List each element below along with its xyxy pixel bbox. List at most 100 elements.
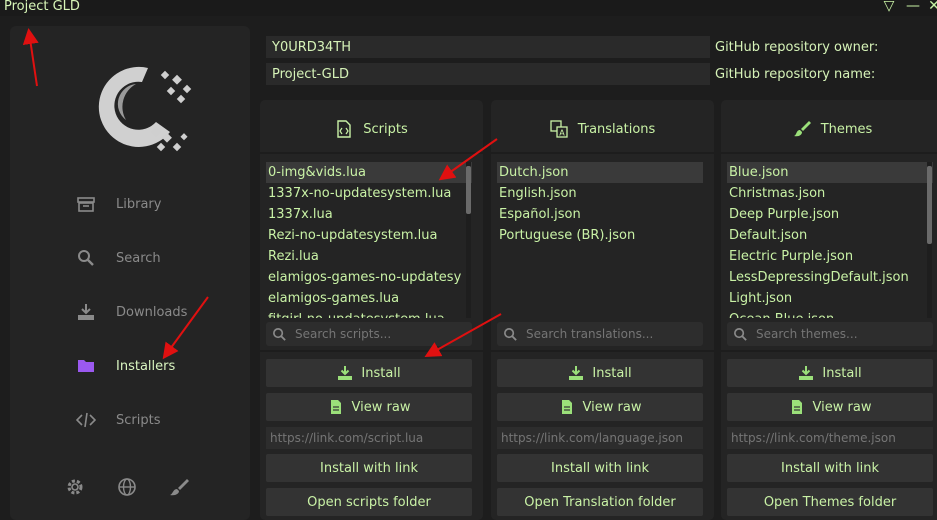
view-raw-label: View raw bbox=[812, 399, 872, 415]
translations-panel: A Translations Dutch.json English.json E… bbox=[491, 100, 714, 520]
list-item[interactable]: Portuguese (BR).json bbox=[497, 225, 703, 246]
translations-search bbox=[497, 322, 703, 346]
scrollbar[interactable] bbox=[466, 162, 471, 318]
install-label: Install bbox=[361, 365, 401, 381]
download-icon bbox=[569, 366, 584, 380]
install-button[interactable]: Install bbox=[497, 359, 703, 387]
sidebar-item-label: Scripts bbox=[116, 412, 161, 428]
app-logo bbox=[98, 66, 192, 152]
install-with-link-label: Install with link bbox=[320, 460, 418, 476]
sidebar-bottom-icons bbox=[64, 476, 190, 498]
list-item[interactable]: 1337x.lua bbox=[266, 204, 472, 225]
dropdown-window-icon[interactable]: ▽ bbox=[882, 0, 896, 14]
list-item[interactable]: Deep Purple.json bbox=[727, 204, 933, 225]
search-input[interactable] bbox=[295, 327, 465, 341]
brush-icon bbox=[793, 121, 811, 137]
list-item[interactable]: English.json bbox=[497, 183, 703, 204]
file-text-icon bbox=[561, 400, 572, 414]
themes-search bbox=[727, 322, 933, 346]
window-title: Project GLD bbox=[4, 0, 80, 14]
list-item[interactable]: Default.json bbox=[727, 225, 933, 246]
open-folder-label: Open scripts folder bbox=[307, 494, 431, 510]
list-item[interactable]: elamigos-games-no-updatesy bbox=[266, 267, 472, 288]
list-item[interactable]: Christmas.json bbox=[727, 183, 933, 204]
search-icon bbox=[273, 327, 286, 341]
sidebar: Library Search Downloads Installers Scri… bbox=[10, 26, 250, 520]
repo-name-input[interactable] bbox=[266, 63, 710, 85]
open-scripts-folder-button[interactable]: Open scripts folder bbox=[266, 488, 472, 516]
view-raw-button[interactable]: View raw bbox=[727, 393, 933, 421]
title-bar: Project GLD ▽ — ✕ bbox=[0, 0, 937, 16]
scripts-search bbox=[266, 322, 472, 346]
install-with-link-button[interactable]: Install with link bbox=[727, 454, 933, 482]
scrollbar-thumb[interactable] bbox=[927, 166, 932, 244]
divider bbox=[260, 152, 483, 154]
link-input[interactable] bbox=[727, 427, 933, 449]
list-item[interactable]: Blue.json bbox=[727, 162, 933, 183]
open-translation-folder-button[interactable]: Open Translation folder bbox=[497, 488, 703, 516]
search-icon bbox=[504, 327, 517, 341]
brush-icon[interactable] bbox=[168, 476, 190, 498]
search-input[interactable] bbox=[526, 327, 696, 341]
list-item[interactable]: Rezi.lua bbox=[266, 246, 472, 267]
themes-list[interactable]: Blue.json Christmas.json Deep Purple.jso… bbox=[727, 162, 933, 318]
scrollbar[interactable] bbox=[927, 162, 932, 318]
file-text-icon bbox=[791, 400, 802, 414]
list-item[interactable]: Español.json bbox=[497, 204, 703, 225]
code-icon bbox=[76, 412, 96, 428]
globe-icon[interactable] bbox=[116, 476, 138, 498]
divider bbox=[491, 350, 714, 352]
sidebar-item-scripts[interactable]: Scripts bbox=[76, 408, 160, 432]
list-item[interactable]: LessDepressingDefault.json bbox=[727, 267, 933, 288]
repo-name-label: GitHub repository name: bbox=[715, 67, 876, 82]
link-input[interactable] bbox=[497, 427, 703, 449]
view-raw-label: View raw bbox=[351, 399, 411, 415]
open-themes-folder-button[interactable]: Open Themes folder bbox=[727, 488, 933, 516]
list-item[interactable]: Electric Purple.json bbox=[727, 246, 933, 267]
search-icon bbox=[734, 327, 747, 341]
sidebar-item-label: Library bbox=[116, 196, 162, 212]
list-item[interactable]: 0-img&vids.lua bbox=[266, 162, 472, 183]
translations-list[interactable]: Dutch.json English.json Español.json Por… bbox=[497, 162, 703, 318]
install-label: Install bbox=[822, 365, 862, 381]
divider bbox=[491, 152, 714, 154]
list-item[interactable]: Dutch.json bbox=[497, 162, 703, 183]
sidebar-item-search[interactable]: Search bbox=[76, 246, 161, 270]
view-raw-button[interactable]: View raw bbox=[266, 393, 472, 421]
repo-owner-label: GitHub repository owner: bbox=[715, 40, 879, 55]
list-item[interactable]: fitgirl-no-updatesystem.lua bbox=[266, 309, 472, 318]
install-with-link-button[interactable]: Install with link bbox=[266, 454, 472, 482]
view-raw-label: View raw bbox=[582, 399, 642, 415]
install-button[interactable]: Install bbox=[727, 359, 933, 387]
view-raw-button[interactable]: View raw bbox=[497, 393, 703, 421]
minimize-button[interactable]: — bbox=[906, 0, 920, 14]
download-icon bbox=[78, 304, 94, 320]
close-button[interactable]: ✕ bbox=[927, 0, 937, 14]
themes-panel-header: Themes bbox=[721, 120, 937, 138]
gear-icon[interactable] bbox=[64, 476, 86, 498]
scrollbar-thumb[interactable] bbox=[466, 166, 471, 214]
download-icon bbox=[799, 366, 814, 380]
install-with-link-label: Install with link bbox=[781, 460, 879, 476]
sidebar-item-library[interactable]: Library bbox=[76, 192, 161, 216]
divider bbox=[260, 350, 483, 352]
link-input[interactable] bbox=[266, 427, 472, 449]
install-label: Install bbox=[592, 365, 632, 381]
sidebar-item-installers[interactable]: Installers bbox=[76, 354, 175, 378]
scripts-list[interactable]: 0-img&vids.lua 1337x-no-updatesystem.lua… bbox=[266, 162, 472, 318]
list-item[interactable]: Ocean Blue.json bbox=[727, 309, 933, 318]
install-button[interactable]: Install bbox=[266, 359, 472, 387]
install-with-link-button[interactable]: Install with link bbox=[497, 454, 703, 482]
open-folder-label: Open Translation folder bbox=[524, 494, 676, 510]
divider bbox=[721, 350, 937, 352]
sidebar-item-downloads[interactable]: Downloads bbox=[76, 300, 187, 324]
file-text-icon bbox=[330, 400, 341, 414]
file-code-icon bbox=[337, 120, 351, 138]
list-item[interactable]: Rezi-no-updatesystem.lua bbox=[266, 225, 472, 246]
search-input[interactable] bbox=[756, 327, 926, 341]
list-item[interactable]: elamigos-games.lua bbox=[266, 288, 472, 309]
repo-owner-input[interactable] bbox=[266, 36, 710, 58]
list-item[interactable]: Light.json bbox=[727, 288, 933, 309]
panel-title: Scripts bbox=[363, 121, 408, 137]
list-item[interactable]: 1337x-no-updatesystem.lua bbox=[266, 183, 472, 204]
